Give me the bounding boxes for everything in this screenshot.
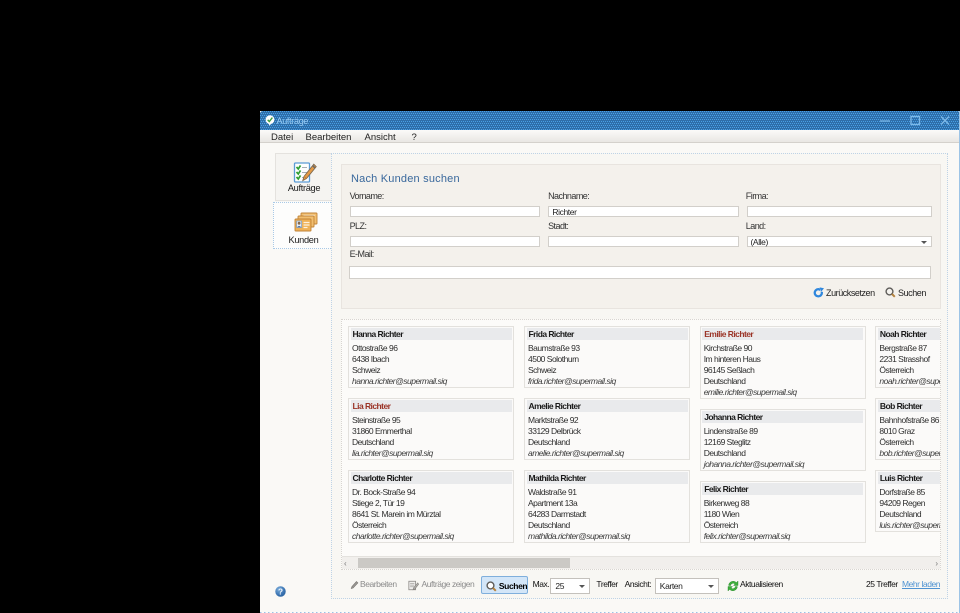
svg-text:?: ? xyxy=(277,588,282,597)
